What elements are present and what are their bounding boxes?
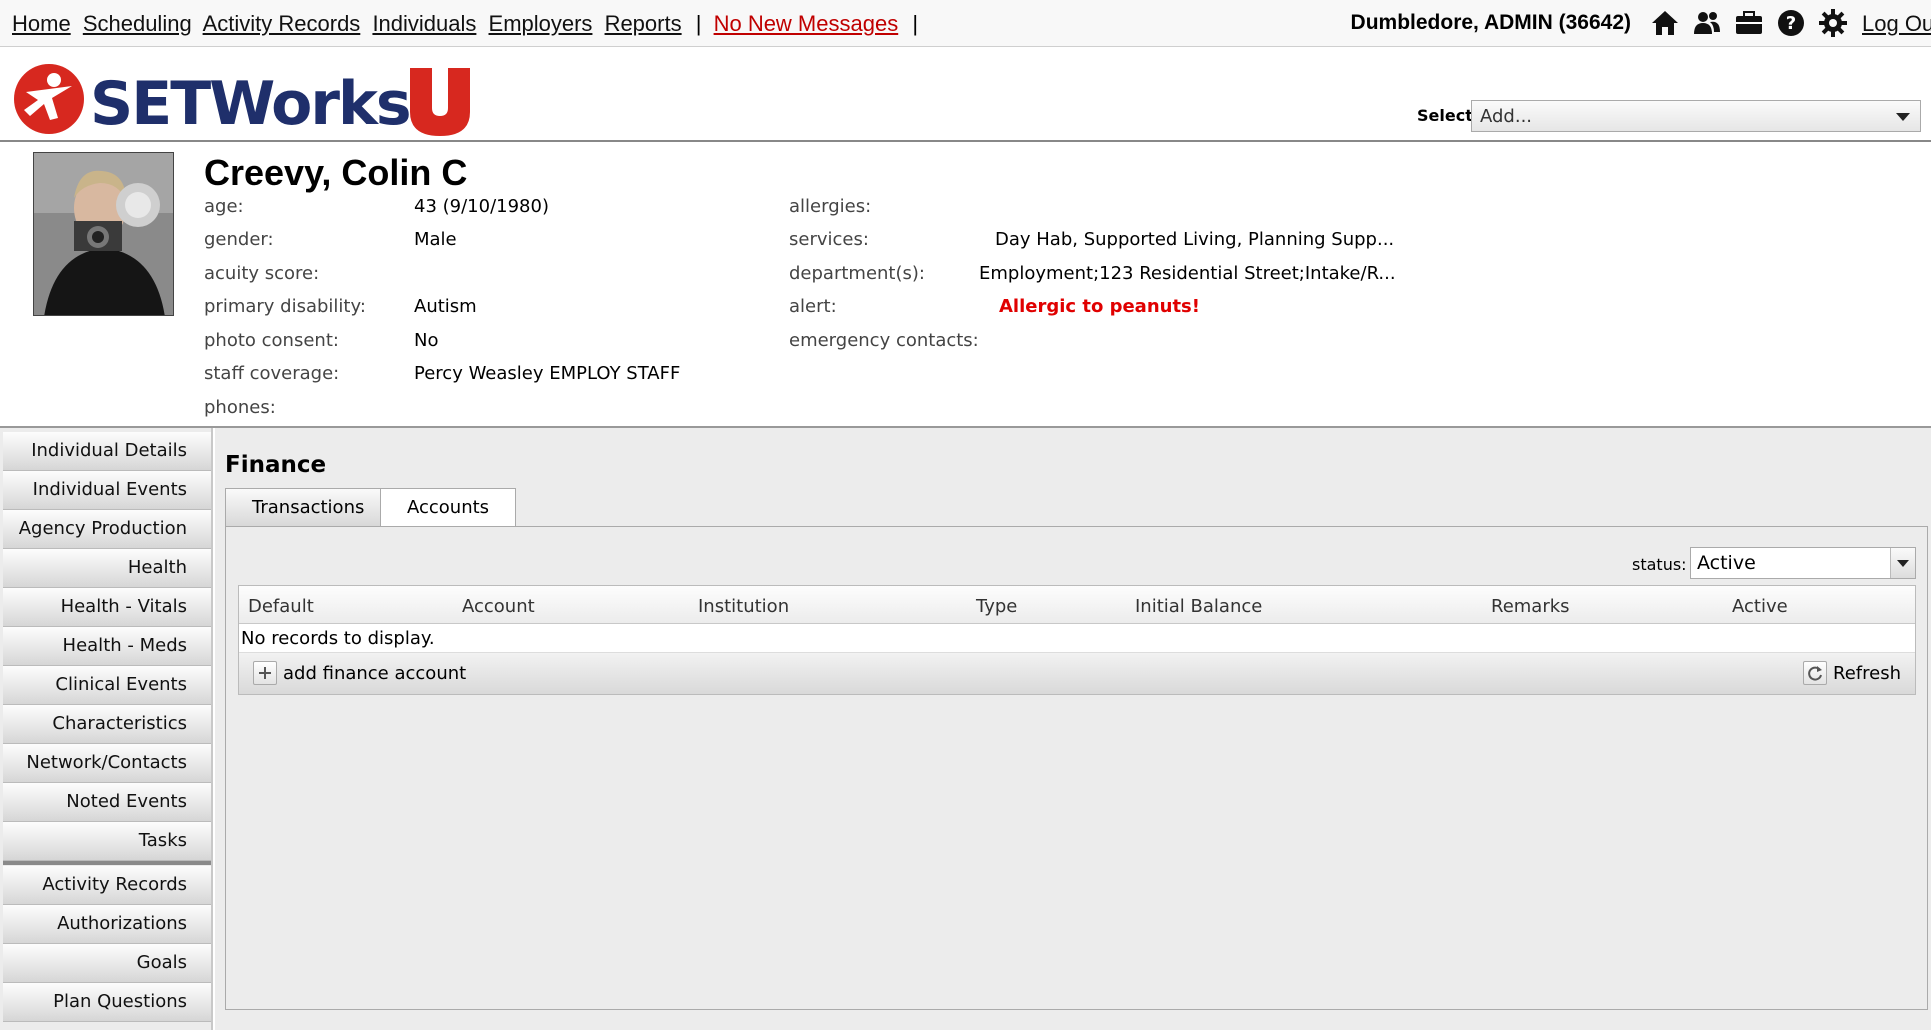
refresh-label: Refresh xyxy=(1833,662,1901,684)
individual-name: Creevy, Colin C xyxy=(204,152,468,193)
photo-consent-label: photo consent: xyxy=(204,330,339,351)
tab-accounts[interactable]: Accounts xyxy=(380,488,517,528)
sidebar-item-clinical-events[interactable]: Clinical Events xyxy=(3,666,211,705)
main-content: Finance Transactions Accounts status: Ac… xyxy=(215,428,1931,1030)
column-header-initial-balance[interactable]: Initial Balance xyxy=(1135,596,1262,617)
sidebar-item-health[interactable]: Health xyxy=(3,549,211,588)
add-finance-account-label: add finance account xyxy=(283,662,467,684)
nav-activity-records-link[interactable]: Activity Records xyxy=(203,11,361,36)
nav-links: Home Scheduling Activity Records Individ… xyxy=(12,11,924,37)
gear-icon[interactable] xyxy=(1818,8,1848,38)
grid-toolbar: add finance account Refresh xyxy=(239,653,1915,694)
refresh-icon xyxy=(1803,661,1828,685)
nav-scheduling-link[interactable]: Scheduling xyxy=(83,11,192,36)
services-value: Day Hab, Supported Living, Planning Supp… xyxy=(995,229,1395,250)
sidebar-item-network-contacts[interactable]: Network/Contacts xyxy=(3,744,211,783)
acuity-score-label: acuity score: xyxy=(204,263,320,284)
column-header-institution[interactable]: Institution xyxy=(698,596,789,617)
sidebar-item-noted-events[interactable]: Noted Events xyxy=(3,783,211,822)
briefcase-icon[interactable] xyxy=(1734,8,1764,38)
status-label: status: xyxy=(1632,555,1687,574)
column-header-type[interactable]: Type xyxy=(976,596,1017,617)
nav-employers-link[interactable]: Employers xyxy=(489,11,593,36)
sidebar-item-individual-details[interactable]: Individual Details xyxy=(3,432,211,471)
departments-value: Employment;123 Residential Street;Intake… xyxy=(979,263,1396,284)
column-header-account[interactable]: Account xyxy=(462,596,535,617)
sidebar-item-plan-questions[interactable]: Plan Questions xyxy=(3,983,211,1022)
select-label: Select: xyxy=(1417,106,1480,125)
help-icon[interactable]: ? xyxy=(1776,8,1806,38)
alert-label: alert: xyxy=(789,296,837,317)
top-nav: Home Scheduling Activity Records Individ… xyxy=(0,0,1931,47)
sidebar-item-characteristics[interactable]: Characteristics xyxy=(3,705,211,744)
column-header-remarks[interactable]: Remarks xyxy=(1491,596,1570,617)
departments-label: department(s): xyxy=(789,263,925,284)
nav-separator: | xyxy=(912,11,919,36)
emergency-contacts-label: emergency contacts: xyxy=(789,330,979,351)
column-header-active[interactable]: Active xyxy=(1732,596,1788,617)
current-user: Dumbledore, ADMIN (36642) xyxy=(1350,11,1631,34)
sidebar-item-tasks[interactable]: Tasks xyxy=(3,822,211,861)
phones-label: phones: xyxy=(204,397,276,418)
brand-bar: SETWorks Select: Add... xyxy=(0,48,1931,142)
nav-icons: ? xyxy=(1650,8,1848,38)
sidebar-item-activity-records[interactable]: Activity Records xyxy=(3,866,211,905)
home-icon[interactable] xyxy=(1650,8,1680,38)
age-label: age: xyxy=(204,196,244,217)
setworks-logo[interactable]: SETWorks xyxy=(12,62,472,139)
grid-header: Default Account Institution Type Initial… xyxy=(239,586,1915,624)
chevron-down-icon xyxy=(1896,113,1910,121)
staff-coverage-label: staff coverage: xyxy=(204,363,340,384)
age-value: 43 (9/10/1980) xyxy=(414,196,549,217)
no-records-message: No records to display. xyxy=(239,624,1915,653)
chevron-down-icon[interactable] xyxy=(1890,548,1915,578)
nav-reports-link[interactable]: Reports xyxy=(605,11,682,36)
sidebar-item-health-meds[interactable]: Health - Meds xyxy=(3,627,211,666)
accounts-grid: Default Account Institution Type Initial… xyxy=(238,585,1916,695)
status-select[interactable]: Active xyxy=(1690,547,1916,579)
plus-icon xyxy=(253,661,277,685)
primary-disability-value: Autism xyxy=(414,296,477,317)
gender-value: Male xyxy=(414,229,457,250)
sidebar-item-authorizations[interactable]: Authorizations xyxy=(3,905,211,944)
tab-transactions[interactable]: Transactions xyxy=(225,488,392,526)
primary-disability-label: primary disability: xyxy=(204,296,366,317)
nav-separator: | xyxy=(695,11,702,36)
sidebar: Individual Details Individual Events Age… xyxy=(0,428,213,1030)
svg-text:?: ? xyxy=(1786,13,1796,34)
sidebar-item-goals[interactable]: Goals xyxy=(3,944,211,983)
people-icon[interactable] xyxy=(1692,8,1722,38)
sidebar-divider xyxy=(3,861,211,865)
individual-photo xyxy=(33,152,174,316)
gender-label: gender: xyxy=(204,229,274,250)
allergies-label: allergies: xyxy=(789,196,872,217)
add-select-value: Add... xyxy=(1480,106,1533,127)
photo-consent-value: No xyxy=(414,330,439,351)
services-label: services: xyxy=(789,229,869,250)
individual-profile: Creevy, Colin C age: 43 (9/10/1980) gend… xyxy=(0,142,1931,428)
nav-home-link[interactable]: Home xyxy=(12,11,71,36)
sidebar-item-individual-events[interactable]: Individual Events xyxy=(3,471,211,510)
page-title: Finance xyxy=(225,452,327,478)
status-select-value: Active xyxy=(1697,552,1756,574)
refresh-button[interactable]: Refresh xyxy=(1803,661,1901,685)
sidebar-item-health-vitals[interactable]: Health - Vitals xyxy=(3,588,211,627)
alert-value: Allergic to peanuts! xyxy=(999,296,1200,317)
accounts-panel: status: Active Default Account Instituti… xyxy=(225,526,1928,1010)
staff-coverage-value: Percy Weasley EMPLOY STAFF xyxy=(414,363,681,384)
messages-link[interactable]: No New Messages xyxy=(714,11,899,36)
column-header-default[interactable]: Default xyxy=(248,596,314,617)
add-finance-account-button[interactable]: add finance account xyxy=(253,661,466,685)
sidebar-item-agency-production[interactable]: Agency Production xyxy=(3,510,211,549)
add-select[interactable]: Add... xyxy=(1471,100,1921,132)
logo-text: SETWorks xyxy=(90,69,410,136)
logout-link[interactable]: Log Out xyxy=(1862,11,1931,37)
nav-individuals-link[interactable]: Individuals xyxy=(372,11,476,36)
